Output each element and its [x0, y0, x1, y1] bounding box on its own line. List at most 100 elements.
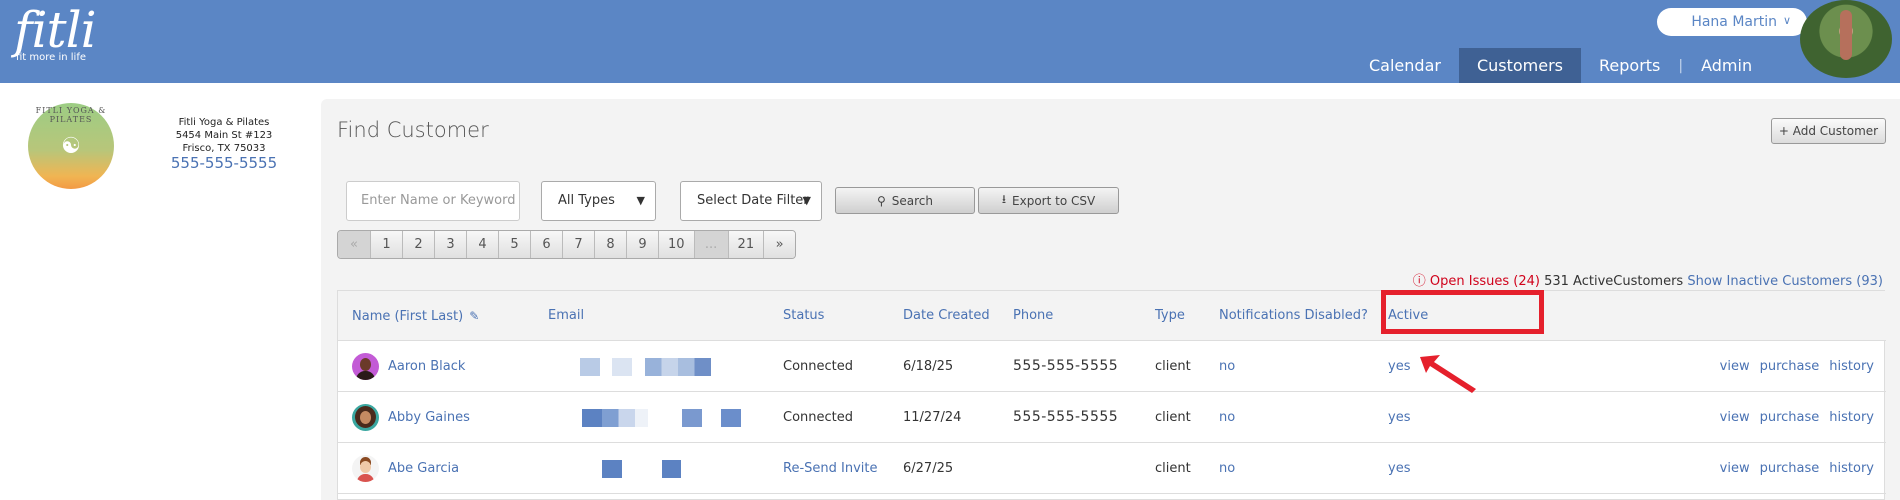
- col-name-label: Name (First Last): [352, 309, 464, 324]
- user-avatar[interactable]: [1800, 0, 1892, 78]
- type-select-value: All Types: [558, 193, 615, 208]
- search-button-label: Search: [891, 193, 934, 208]
- nav-customers[interactable]: Customers: [1458, 48, 1582, 83]
- notifications-value[interactable]: no: [1219, 341, 1235, 392]
- add-customer-button[interactable]: + Add Customer: [1771, 118, 1886, 144]
- page-prev[interactable]: «: [338, 231, 370, 258]
- active-count: 531 ActiveCustomers: [1544, 274, 1684, 289]
- col-type[interactable]: Type: [1155, 291, 1185, 341]
- studio-name: Fitli Yoga & Pilates: [178, 117, 270, 128]
- customer-summary: ⓘ Open Issues (24) 531 ActiveCustomers S…: [1413, 270, 1883, 289]
- export-csv-button[interactable]: ⭳ Export to CSV: [978, 187, 1119, 214]
- col-status[interactable]: Status: [783, 291, 824, 341]
- user-name: Hana Martin: [1691, 14, 1777, 30]
- table-row: Aaron Black Connected 6/18/25 555-555-55…: [338, 341, 1886, 392]
- page-next[interactable]: »: [763, 231, 796, 258]
- page-4[interactable]: 4: [466, 231, 498, 258]
- table-row: Abe Garcia Re-Send Invite 6/27/25 client…: [338, 443, 1886, 494]
- date-filter-select[interactable]: Select Date Filter ▼: [680, 181, 822, 221]
- notifications-value[interactable]: no: [1219, 443, 1235, 494]
- nav-calendar[interactable]: Calendar: [1351, 48, 1459, 83]
- date-filter-value: Select Date Filter: [697, 193, 809, 208]
- page-21[interactable]: 21: [727, 231, 764, 258]
- col-date-created[interactable]: Date Created: [903, 291, 990, 341]
- search-button[interactable]: ⚲ Search: [835, 187, 975, 214]
- history-link[interactable]: history: [1829, 392, 1874, 443]
- page-10[interactable]: 10: [658, 231, 694, 258]
- customer-avatar: [352, 353, 379, 380]
- page-9[interactable]: 9: [626, 231, 658, 258]
- chevron-down-icon: ∨: [1782, 14, 1791, 27]
- export-button-label: Export to CSV: [1012, 193, 1096, 208]
- row-actions: view purchase history: [1720, 341, 1874, 392]
- history-link[interactable]: history: [1829, 341, 1874, 392]
- status: Connected: [783, 410, 854, 425]
- row-actions: view purchase history: [1720, 443, 1874, 494]
- customer-name[interactable]: Abby Gaines: [388, 392, 470, 443]
- type: client: [1155, 410, 1191, 425]
- fitli-logo[interactable]: fitli fit more in life: [14, 1, 97, 63]
- open-issues-link[interactable]: ⓘ Open Issues (24): [1413, 274, 1544, 289]
- alert-icon: ⓘ: [1412, 274, 1426, 289]
- active-value[interactable]: yes: [1388, 341, 1410, 392]
- main-nav: Calendar Customers Reports | Admin: [1351, 48, 1770, 83]
- chevron-down-icon: ▼: [802, 194, 811, 207]
- page-3[interactable]: 3: [434, 231, 466, 258]
- redacted-email: [582, 409, 648, 427]
- pagination: « 1 2 3 4 5 6 7 8 9 10 ... 21 »: [337, 230, 797, 259]
- resend-invite-link[interactable]: Re-Send Invite: [783, 443, 878, 494]
- active-value[interactable]: yes: [1388, 443, 1410, 494]
- nav-reports[interactable]: Reports: [1581, 48, 1678, 83]
- redacted-email: [602, 460, 622, 478]
- notifications-highlight-box: [1381, 290, 1544, 334]
- page-6[interactable]: 6: [530, 231, 562, 258]
- show-inactive-link[interactable]: Show Inactive Customers (93): [1687, 274, 1883, 289]
- meditation-icon: ☯: [61, 133, 81, 159]
- col-name[interactable]: Name (First Last) ✎: [352, 291, 479, 342]
- app-header: fitli fit more in life Hana Martin ∨ Cal…: [0, 0, 1900, 83]
- view-link[interactable]: view: [1720, 341, 1750, 392]
- customer-table: Name (First Last) ✎ Email Status Date Cre…: [337, 290, 1886, 500]
- page-ellipsis: ...: [693, 231, 728, 258]
- purchase-link[interactable]: purchase: [1760, 392, 1820, 443]
- date-created: 6/27/25: [903, 461, 954, 476]
- studio-address-line1: 5454 Main St #123: [175, 130, 273, 141]
- purchase-link[interactable]: purchase: [1760, 341, 1820, 392]
- redacted-email: [662, 460, 681, 478]
- date-created: 11/27/24: [903, 410, 962, 425]
- search-input[interactable]: Enter Name or Keyword: [346, 181, 520, 221]
- type: client: [1155, 461, 1191, 476]
- notifications-value[interactable]: no: [1219, 392, 1235, 443]
- page-8[interactable]: 8: [594, 231, 626, 258]
- page-5[interactable]: 5: [498, 231, 530, 258]
- open-issues-label: Open Issues (24): [1429, 274, 1540, 289]
- redacted-email: [612, 358, 632, 376]
- table-row: Abby Gaines Connected 11/27/24 555-555-5…: [338, 392, 1886, 443]
- studio-logo-text: FITLI YOGA & PILATES: [35, 106, 107, 124]
- active-value[interactable]: yes: [1388, 392, 1410, 443]
- customer-name[interactable]: Aaron Black: [388, 341, 465, 392]
- customer-avatar: [352, 455, 379, 482]
- status: Connected: [783, 359, 854, 374]
- view-link[interactable]: view: [1720, 443, 1750, 494]
- row-actions: view purchase history: [1720, 392, 1874, 443]
- studio-phone[interactable]: 555-555-5555: [150, 156, 298, 171]
- type-select[interactable]: All Types ▼: [541, 181, 656, 221]
- history-link[interactable]: history: [1829, 443, 1874, 494]
- type: client: [1155, 359, 1191, 374]
- page-7[interactable]: 7: [562, 231, 594, 258]
- pencil-icon[interactable]: ✎: [469, 309, 479, 323]
- nav-admin[interactable]: Admin: [1683, 48, 1770, 83]
- page-1[interactable]: 1: [370, 231, 402, 258]
- avatar-figure: [1840, 10, 1852, 60]
- user-menu-button[interactable]: Hana Martin ∨: [1657, 8, 1807, 36]
- purchase-link[interactable]: purchase: [1760, 443, 1820, 494]
- col-phone[interactable]: Phone: [1013, 291, 1053, 341]
- col-email[interactable]: Email: [548, 291, 584, 341]
- col-notifications[interactable]: Notifications Disabled?: [1219, 291, 1368, 341]
- page-2[interactable]: 2: [402, 231, 434, 258]
- view-link[interactable]: view: [1720, 392, 1750, 443]
- logo-wordmark: fitli: [14, 1, 97, 59]
- date-created: 6/18/25: [903, 359, 954, 374]
- customer-name[interactable]: Abe Garcia: [388, 443, 459, 494]
